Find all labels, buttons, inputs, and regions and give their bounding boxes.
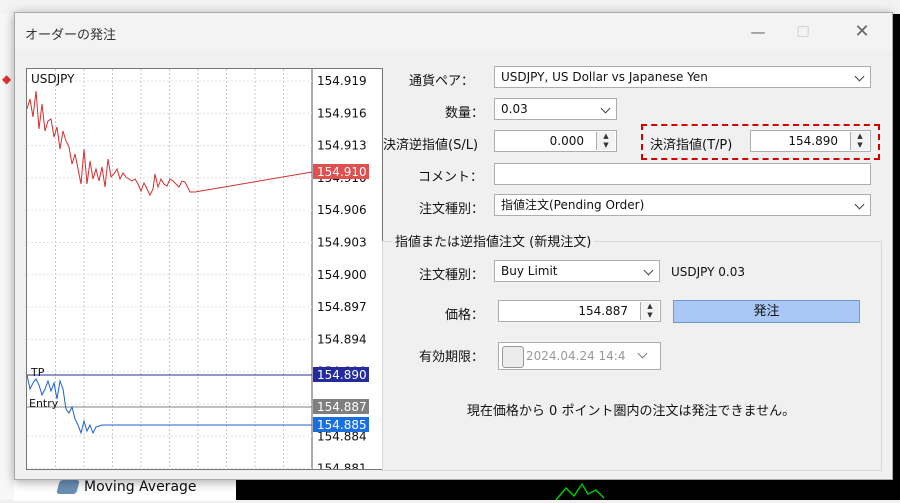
chart-area-edge (893, 14, 900, 470)
price-axis-label: 154.894 (317, 332, 367, 346)
current-price-marker-label: 154.910 (317, 165, 367, 179)
expiry-datetime-picker[interactable]: 2024.04.24 14:4 (498, 342, 661, 370)
maximize-icon: ☐ (796, 23, 810, 41)
price-label: 価格： (445, 308, 485, 323)
title-bar: オーダーの発注 — ☐ ✕ (15, 13, 892, 51)
tp-label: 決済指値(T/P) (650, 138, 733, 153)
close-icon[interactable]: ✕ (851, 21, 873, 43)
order-type-select-value: 指値注文(Pending Order) (501, 198, 645, 212)
price-axis-label: 154.881 (317, 462, 367, 469)
price-axis-label: 154.906 (317, 203, 367, 217)
bid-price-line (27, 374, 312, 435)
order-dialog: オーダーの発注 — ☐ ✕ 154.919 154.916 154.913 154.9… (14, 12, 893, 480)
volume-select-value: 0.03 (501, 102, 528, 116)
price-axis-label: 154.900 (317, 268, 367, 282)
symbol-select[interactable]: USDJPY, US Dollar vs Japanese Yen (494, 66, 871, 88)
tp-value: 154.890 (788, 134, 838, 148)
price-axis-label: 154.913 (317, 139, 367, 153)
price-axis-label: 154.916 (317, 106, 367, 120)
navigator-item-moving-average[interactable]: Moving Average (84, 479, 197, 495)
price-axis-label: 154.897 (317, 300, 367, 314)
pending-order-group-title: 指値または逆指値注文 (新規注文) (392, 231, 595, 250)
order-type-label: 注文種別： (419, 202, 485, 217)
pending-type-select[interactable]: Buy Limit (494, 260, 660, 282)
sl-spinner[interactable]: ▲ ▼ (596, 132, 615, 150)
tp-input[interactable]: 154.890 ▲ ▼ (750, 130, 871, 152)
chart-symbol-label: USDJPY (31, 72, 75, 86)
tp-tag: TP (31, 366, 45, 379)
dialog-title: オーダーの発注 (25, 28, 117, 43)
price-spinner[interactable]: ▲ ▼ (640, 302, 659, 320)
symbol-select-value: USDJPY, US Dollar vs Japanese Yen (501, 70, 708, 84)
indicator-icon (56, 480, 80, 494)
volume-select[interactable]: 0.03 (494, 98, 617, 120)
expiry-value: 2024.04.24 14:4 (526, 349, 626, 363)
chevron-down-icon[interactable] (637, 348, 648, 359)
pending-type-select-value: Buy Limit (501, 264, 558, 278)
pending-info: USDJPY 0.03 (671, 265, 746, 279)
order-type-select[interactable]: 指値注文(Pending Order) (494, 194, 871, 216)
comment-label: コメント： (418, 170, 484, 185)
chart-grid (27, 69, 313, 469)
tp-spinner[interactable]: ▲ ▼ (850, 132, 869, 150)
price-input[interactable]: 154.887 ▲ ▼ (498, 300, 661, 322)
price-axis-label: 154.903 (317, 236, 367, 250)
tick-chart-svg: 154.919 154.916 154.913 154.910 154.906 154.9… (27, 69, 369, 469)
order-info-message: 現在価格から 0 ポイント圏内の注文は発注できません。 (466, 404, 796, 419)
sl-input[interactable]: 0.000 ▲ ▼ (494, 130, 617, 152)
entry-tag: Entry (29, 397, 59, 410)
market-watch-panel: ◆ (0, 14, 15, 500)
expiry-label: 有効期限： (419, 350, 485, 365)
entry-price-marker-label: 154.887 (317, 400, 367, 414)
comment-input[interactable] (494, 163, 871, 185)
tick-chart: 154.919 154.916 154.913 154.910 154.906 154.9… (26, 68, 383, 470)
tp-price-marker-label: 154.890 (317, 368, 367, 382)
symbol-label: 通貨ペア： (409, 74, 475, 89)
send-order-button[interactable]: 発注 (673, 300, 860, 323)
price-value: 154.887 (578, 304, 628, 318)
spin-down-icon[interactable]: ▼ (597, 141, 615, 150)
sl-value: 0.000 (549, 134, 584, 148)
bid-price-marker-label: 154.885 (317, 418, 367, 432)
spin-down-icon[interactable]: ▼ (851, 141, 869, 150)
arrow-icon: ◆ (2, 72, 12, 86)
minimize-icon[interactable]: — (747, 21, 769, 43)
expiry-checkbox[interactable] (502, 346, 524, 368)
pending-type-label: 注文種別： (419, 268, 485, 283)
price-axis-label: 154.919 (317, 74, 367, 88)
spin-down-icon[interactable]: ▼ (641, 311, 659, 320)
sl-label: 決済逆指値(S/L) (383, 138, 479, 153)
volume-label: 数量： (445, 106, 485, 121)
